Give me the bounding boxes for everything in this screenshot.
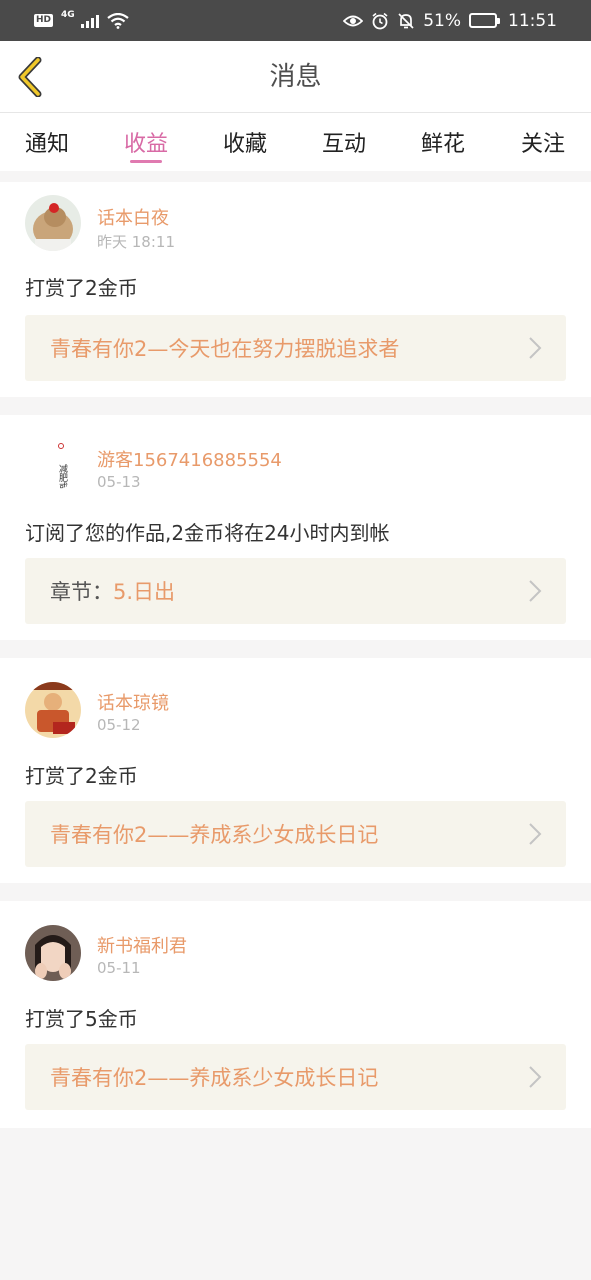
message-time: 05-13 xyxy=(97,473,141,491)
work-link[interactable]: 青春有你2——养成系少女成长日记 xyxy=(25,801,566,867)
signal-icon xyxy=(80,13,99,28)
tab-notifications[interactable]: 通知 xyxy=(12,113,82,171)
svg-text:减肥或者去死: 减肥或者去死 xyxy=(57,463,68,490)
avatar-image xyxy=(25,195,81,251)
battery-percent: 51% xyxy=(423,10,461,31)
work-title: 青春有你2—今天也在努力摆脱追求者 xyxy=(50,337,400,361)
message-card: 减肥或者去死 游客1567416885554 05-13 订阅了您的作品,2金币… xyxy=(0,415,591,640)
message-card: 话本琼镜 05-12 打赏了2金币 青春有你2——养成系少女成长日记 xyxy=(0,658,591,883)
tab-flowers[interactable]: 鲜花 xyxy=(408,113,478,171)
chevron-right-icon xyxy=(529,580,542,602)
eye-comfort-icon xyxy=(343,15,364,26)
message-text: 打赏了2金币 xyxy=(25,276,138,300)
avatar[interactable] xyxy=(25,682,81,738)
wifi-icon xyxy=(106,12,129,29)
tab-following[interactable]: 关注 xyxy=(508,113,578,171)
avatar-image: 减肥或者去死 xyxy=(25,434,81,490)
work-link[interactable]: 青春有你2—今天也在努力摆脱追求者 xyxy=(25,315,566,381)
mute-bell-icon xyxy=(398,12,414,29)
clock: 11:51 xyxy=(508,10,557,31)
message-card: 新书福利君 05-11 打赏了5金币 青春有你2——养成系少女成长日记 xyxy=(0,901,591,1128)
work-title: 青春有你2——养成系少女成长日记 xyxy=(50,1066,379,1090)
alarm-icon xyxy=(372,12,388,29)
tab-interactions[interactable]: 互动 xyxy=(309,113,379,171)
status-bar: HD 4G 51% 11:51 xyxy=(0,0,591,41)
avatar[interactable] xyxy=(25,195,81,251)
message-time: 05-11 xyxy=(97,959,141,977)
user-name[interactable]: 游客1567416885554 xyxy=(97,446,282,472)
user-name[interactable]: 话本琼镜 xyxy=(97,689,169,715)
chapter-title: 5.日出 xyxy=(113,580,176,604)
avatar-image xyxy=(25,925,81,981)
message-time: 05-12 xyxy=(97,716,141,734)
chapter-link[interactable]: 章节： 5.日出 xyxy=(25,558,566,624)
chevron-right-icon xyxy=(529,337,542,359)
tab-earnings[interactable]: 收益 xyxy=(111,113,181,171)
chevron-right-icon xyxy=(529,1066,542,1088)
message-text: 打赏了5金币 xyxy=(25,1007,138,1031)
message-card: 话本白夜 昨天 18:11 打赏了2金币 青春有你2—今天也在努力摆脱追求者 xyxy=(0,182,591,397)
chapter-label: 章节： xyxy=(50,580,113,604)
work-link[interactable]: 青春有你2——养成系少女成长日记 xyxy=(25,1044,566,1110)
message-time: 昨天 18:11 xyxy=(97,233,175,251)
user-name[interactable]: 话本白夜 xyxy=(97,204,169,230)
tab-favorites[interactable]: 收藏 xyxy=(210,113,280,171)
tab-bar: 通知 收益 收藏 互动 鲜花 关注 xyxy=(0,113,591,171)
network-type: 4G xyxy=(61,9,75,20)
chevron-right-icon xyxy=(529,823,542,845)
message-text: 订阅了您的作品,2金币将在24小时内到帐 xyxy=(25,521,390,545)
avatar[interactable]: 减肥或者去死 xyxy=(25,434,81,490)
message-text: 打赏了2金币 xyxy=(25,764,138,788)
work-title: 青春有你2——养成系少女成长日记 xyxy=(50,823,379,847)
page-title: 消息 xyxy=(269,62,322,92)
nav-bar: 消息 xyxy=(0,41,591,113)
hd-voice-icon: HD xyxy=(34,14,54,27)
user-name[interactable]: 新书福利君 xyxy=(97,932,187,958)
avatar-image xyxy=(25,682,81,738)
battery-icon xyxy=(469,13,500,28)
avatar[interactable] xyxy=(25,925,81,981)
